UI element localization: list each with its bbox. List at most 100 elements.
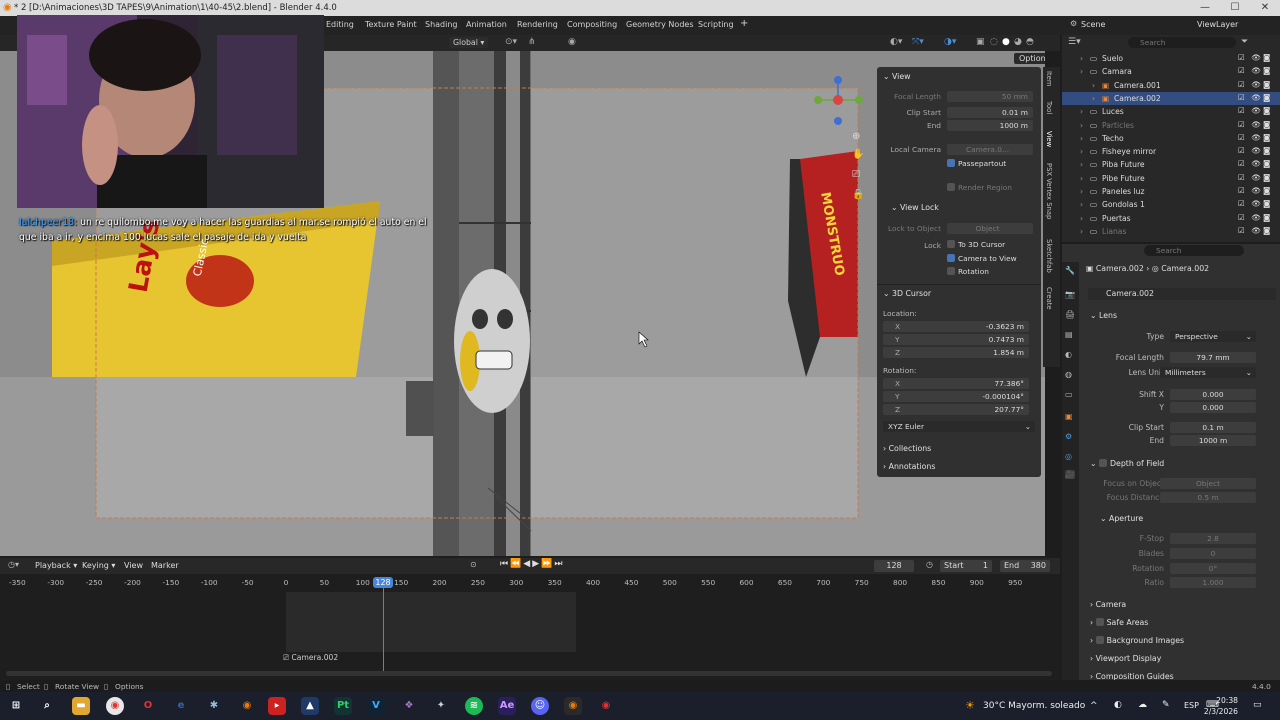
safe-areas-section[interactable]: › Safe Areas (1090, 618, 1148, 627)
viewport-display-section[interactable]: › Viewport Display (1090, 654, 1161, 663)
properties-search-input[interactable]: Search (1144, 245, 1244, 256)
snap-icon[interactable]: ⋔ (528, 37, 536, 47)
passepartout-checkbox[interactable]: Passepartout (947, 159, 1006, 168)
pan-hand-icon[interactable]: ✋ (852, 149, 864, 160)
search-icon[interactable]: ⌕ (38, 697, 56, 715)
eye-icon[interactable]: 👁 (1251, 213, 1261, 222)
obs-icon[interactable]: ◉ (597, 697, 615, 715)
background-images-section[interactable]: › Background Images (1090, 636, 1184, 645)
output-tab-icon[interactable]: 🖨 (1065, 310, 1075, 319)
lock-rotation-checkbox[interactable]: Rotation (947, 267, 989, 276)
outliner-search-input[interactable]: Search (1128, 37, 1236, 48)
tab-editing[interactable]: Editing (326, 20, 354, 29)
eye-icon[interactable]: 👁 (1251, 133, 1261, 142)
eye-icon[interactable]: 👁 (1251, 66, 1261, 75)
checkbox-checked-icon[interactable]: ☑ (1238, 133, 1245, 142)
checkbox-checked-icon[interactable]: ☑ (1238, 186, 1245, 195)
outliner-row[interactable]: › ▭ Particles ☑ 👁 ◙ (1062, 119, 1280, 132)
camera-render-icon[interactable]: ◙ (1263, 53, 1270, 62)
outliner-row[interactable]: › ▭ Paneles luz ☑ 👁 ◙ (1062, 185, 1280, 198)
outliner-row[interactable]: › ▭ Camara ☑ 👁 ◙ (1062, 65, 1280, 78)
expand-chevron-icon[interactable]: › (1080, 107, 1083, 116)
add-workspace-button[interactable]: + (740, 18, 748, 29)
clock-date[interactable]: 2/3/2026 (1196, 707, 1238, 716)
scene-name[interactable]: Scene (1081, 20, 1105, 29)
camera-render-icon[interactable]: ◙ (1263, 133, 1270, 142)
dof-header[interactable]: ⌄ Depth of Field (1090, 459, 1164, 468)
file-explorer-icon[interactable]: ▬ (72, 697, 90, 715)
aperture-rotation-field[interactable]: 0° (1170, 563, 1256, 574)
spotify-icon[interactable]: ≋ (465, 697, 483, 715)
focal-length-field[interactable]: 79.7 mm (1170, 352, 1256, 363)
camera-render-icon[interactable]: ◙ (1263, 80, 1270, 89)
outliner-row[interactable]: › ▭ Pibe Future ☑ 👁 ◙ (1062, 172, 1280, 185)
visibility-icon[interactable]: ◐▾ (890, 37, 902, 47)
expand-chevron-icon[interactable]: › (1080, 200, 1083, 209)
expand-chevron-icon[interactable]: › (1092, 81, 1095, 90)
vscode-icon[interactable]: V (367, 697, 385, 715)
camera-render-icon[interactable]: ◙ (1263, 93, 1270, 102)
tray-app-icon[interactable]: ◐ (1114, 700, 1122, 710)
clip-start-field[interactable]: 0.1 m (1170, 422, 1256, 433)
filter-icon[interactable]: ⏷ (1241, 37, 1248, 47)
fstop-field[interactable]: 2.8 (1170, 533, 1256, 544)
checkbox-checked-icon[interactable]: ☑ (1238, 93, 1245, 102)
chrome-icon[interactable]: ◉ (106, 697, 124, 715)
clip-end-field[interactable]: 1000 m (1170, 435, 1256, 446)
pivot-icon[interactable]: ⊙▾ (505, 37, 517, 47)
expand-chevron-icon[interactable]: › (1080, 67, 1083, 76)
app-icon[interactable]: ✦ (432, 697, 450, 715)
checkbox-checked-icon[interactable]: ☑ (1238, 159, 1245, 168)
3d-cursor-header[interactable]: ⌄ 3D Cursor (883, 289, 931, 298)
expand-chevron-icon[interactable]: › (1080, 160, 1083, 169)
blender-active-icon[interactable]: ◉ (564, 697, 582, 715)
expand-chevron-icon[interactable]: › (1080, 187, 1083, 196)
checkbox-checked-icon[interactable]: ☑ (1238, 66, 1245, 75)
discord-icon[interactable]: ☺ (531, 697, 549, 715)
pen-icon[interactable]: ✎ (1162, 700, 1170, 710)
camera-render-icon[interactable]: ◙ (1263, 213, 1270, 222)
cursor-loc-y-field[interactable]: Y 0.7473 m (883, 334, 1029, 345)
outliner-row[interactable]: › ▭ Suelo ☑ 👁 ◙ (1062, 52, 1280, 65)
app-icon[interactable]: ❖ (400, 697, 418, 715)
expand-chevron-icon[interactable]: › (1080, 147, 1083, 156)
checkbox-checked-icon[interactable]: ☑ (1238, 213, 1245, 222)
camera-render-icon[interactable]: ◙ (1263, 173, 1270, 182)
tab-compositing[interactable]: Compositing (567, 20, 617, 29)
camera-render-icon[interactable]: ◙ (1263, 106, 1270, 115)
camera-view-icon[interactable]: ⎚ (852, 169, 860, 180)
cursor-rot-z-field[interactable]: Z 207.77° (883, 404, 1029, 415)
focal-length-field[interactable]: 50 mm (947, 91, 1033, 102)
rendered-shading-icon[interactable]: ◓ (1026, 37, 1034, 47)
ratio-field[interactable]: 1.000 (1170, 577, 1256, 588)
clip-end-field[interactable]: 1000 m (947, 120, 1033, 131)
frame-ruler[interactable]: -350 -300 -250 -200 -150 -100 -50 0 50 100 150 200 2… (0, 558, 1060, 590)
tab-item[interactable]: Item (1045, 71, 1053, 86)
modifier-tab-icon[interactable]: ⚙ (1065, 432, 1072, 441)
view-lock-header[interactable]: ⌄ View Lock (891, 203, 939, 212)
focus-distance-field[interactable]: 0.5 m (1160, 492, 1256, 503)
camera-render-icon[interactable]: ◙ (1263, 186, 1270, 195)
shift-y-field[interactable]: 0.000 (1170, 402, 1256, 413)
eye-icon[interactable]: 👁 (1251, 53, 1261, 62)
aperture-header[interactable]: ⌄ Aperture (1100, 514, 1143, 523)
cloud-icon[interactable]: ☁ (1138, 700, 1147, 710)
view-section-header[interactable]: ⌄ View (883, 72, 911, 81)
outliner-row[interactable]: › ▭ Piba Future ☑ 👁 ◙ (1062, 158, 1280, 171)
cursor-rot-y-field[interactable]: Y -0.000104° (883, 391, 1029, 402)
tab-tool[interactable]: Tool (1045, 101, 1053, 114)
checkbox-checked-icon[interactable]: ☑ (1238, 146, 1245, 155)
render-tab-icon[interactable]: 📷 (1065, 290, 1075, 299)
tray-chevron-icon[interactable]: ^ (1090, 701, 1098, 711)
cursor-rot-x-field[interactable]: X 77.386° (883, 378, 1029, 389)
outliner-row[interactable]: › ▭ Fisheye mirror ☑ 👁 ◙ (1062, 145, 1280, 158)
minimize-button[interactable]: — (1190, 0, 1220, 16)
tab-create[interactable]: Create (1045, 287, 1053, 310)
opera-icon[interactable]: O (139, 697, 157, 715)
tab-shading[interactable]: Shading (425, 20, 458, 29)
viewlayer-name[interactable]: ViewLayer (1197, 20, 1238, 29)
overlay-icon[interactable]: ◑▾ (944, 37, 956, 47)
lock-icon[interactable]: 🔒 (852, 189, 864, 200)
blades-field[interactable]: 0 (1170, 548, 1256, 559)
tab-texture-paint[interactable]: Texture Paint (365, 20, 417, 29)
